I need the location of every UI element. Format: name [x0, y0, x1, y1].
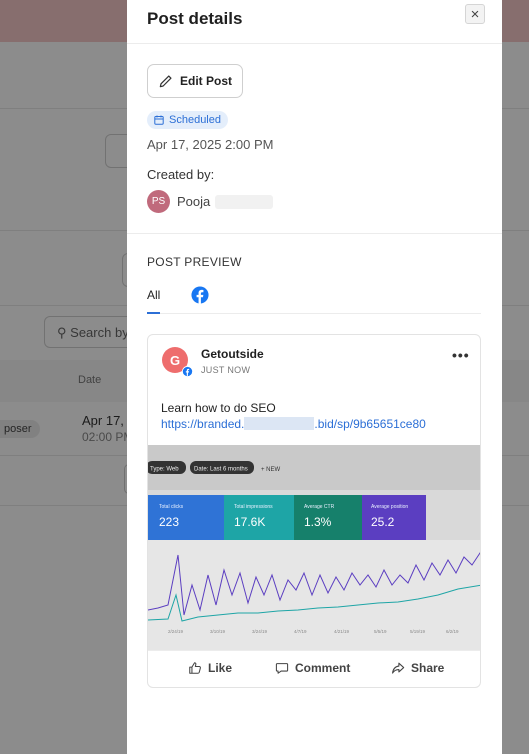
image-chip: + NEW [261, 467, 281, 473]
post-preview-label: POST PREVIEW [147, 255, 242, 269]
share-icon [392, 662, 405, 674]
post-text: Learn how to do SEO [161, 401, 276, 415]
image-date-label: 6/2/19 [446, 629, 459, 634]
image-chip: Date: Last 6 months [194, 467, 248, 473]
post-time: JUST NOW [201, 365, 251, 375]
author-name: Pooja [177, 194, 211, 209]
like-label: Like [208, 661, 233, 675]
scheduled-time: Apr 17, 2025 2:00 PM [147, 137, 274, 152]
card-divider [148, 650, 480, 651]
image-metric-value: 1.3% [304, 515, 332, 529]
image-metric-label: Total clicks [159, 504, 184, 510]
author-name-redacted [215, 195, 273, 209]
tab-facebook[interactable] [191, 286, 209, 304]
like-button[interactable]: Like [188, 661, 232, 675]
tab-all-underline [147, 312, 160, 314]
post-image: Type: Web Date: Last 6 months + NEW Tota… [148, 445, 480, 650]
post-details-drawer: Post details × Edit Post Scheduled Apr 1… [127, 0, 502, 754]
edit-post-button[interactable]: Edit Post [147, 64, 243, 98]
link-suffix: .bid/sp/9b65651ce80 [314, 417, 426, 431]
page-name: Getoutside [201, 347, 264, 361]
more-options-icon[interactable]: ••• [452, 347, 470, 363]
header-divider [127, 43, 502, 44]
image-date-label: 4/7/19 [294, 629, 307, 634]
post-link[interactable]: https://branded. .bid/sp/9b65651ce80 [161, 417, 426, 431]
close-button[interactable]: × [465, 4, 485, 24]
created-by-label: Created by: [147, 167, 215, 182]
close-icon: × [470, 5, 480, 23]
share-button[interactable]: Share [391, 661, 444, 675]
edit-post-label: Edit Post [179, 74, 232, 88]
thumbs-up-icon [189, 662, 201, 674]
image-date-label: 4/21/19 [334, 629, 350, 634]
image-date-label: 3/10/19 [210, 629, 226, 634]
comment-button[interactable]: Comment [275, 661, 350, 675]
image-metric-label: Total impressions [234, 504, 273, 510]
drawer-title: Post details [147, 9, 243, 28]
facebook-post-preview: G Getoutside JUST NOW ••• Learn how to d… [147, 334, 481, 688]
image-metric-value: 17.6K [234, 515, 265, 529]
facebook-icon [182, 366, 193, 377]
image-metric-value: 223 [159, 515, 179, 529]
tabs-divider [147, 313, 481, 314]
image-date-label: 3/24/19 [252, 629, 268, 634]
share-label: Share [411, 661, 445, 675]
tab-all[interactable]: All [147, 288, 160, 302]
section-divider [127, 233, 502, 234]
comment-icon [275, 663, 289, 674]
author-avatar: PS [147, 190, 170, 213]
link-redacted [244, 417, 315, 430]
calendar-icon [154, 115, 164, 125]
image-date-label: 2/24/19 [168, 629, 184, 634]
image-metric-label: Average CTR [304, 504, 335, 510]
status-label: Scheduled [169, 114, 221, 126]
image-date-label: 5/19/19 [410, 629, 426, 634]
image-chip: Type: Web [150, 467, 179, 473]
status-badge: Scheduled [147, 111, 228, 129]
image-metric-label: Average position [371, 504, 408, 510]
pencil-icon [159, 74, 172, 87]
image-date-label: 5/5/19 [374, 629, 387, 634]
comment-label: Comment [295, 661, 351, 675]
image-metric-value: 25.2 [371, 515, 395, 529]
link-prefix: https://branded. [161, 417, 245, 431]
